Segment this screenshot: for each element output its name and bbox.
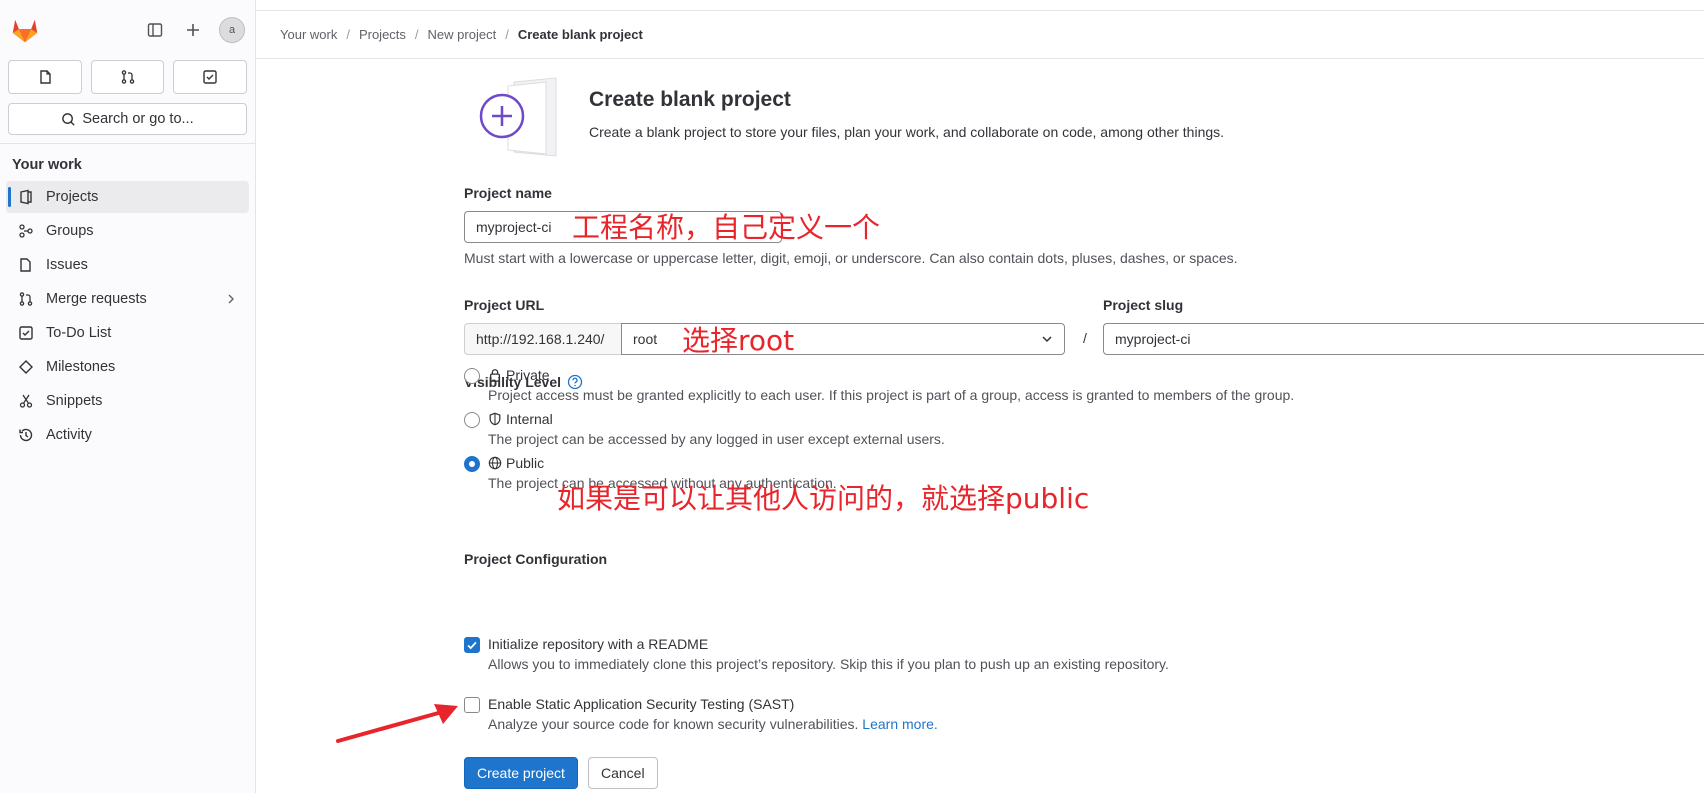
sidebar-item-milestones[interactable]: Milestones — [6, 351, 249, 383]
create-project-button[interactable]: Create project — [464, 757, 578, 789]
readme-description: Allows you to immediately clone this pro… — [488, 656, 1169, 672]
breadcrumb-current[interactable]: Create blank project — [518, 27, 643, 42]
namespace-value: root — [633, 331, 658, 347]
page-title: Create blank project — [589, 88, 791, 111]
visibility-internal-label: Internal — [506, 411, 553, 427]
cancel-button[interactable]: Cancel — [588, 757, 658, 789]
sidebar-item-label: Projects — [46, 189, 99, 205]
search-button[interactable]: Search or go to... — [8, 103, 247, 135]
annotation-namespace: 选择root — [682, 324, 795, 357]
sast-label: Enable Static Application Security Testi… — [488, 696, 795, 712]
sidebar-top: a — [0, 0, 255, 60]
sidebar-item-projects[interactable]: Projects — [6, 181, 249, 213]
issues-icon — [20, 258, 31, 272]
breadcrumb-separator: / — [505, 27, 509, 42]
sast-description-row: Analyze your source code for known secur… — [488, 716, 938, 732]
avatar-alt-text: a — [228, 24, 236, 36]
sidebar-item-label: Merge requests — [46, 291, 147, 307]
annotation-project-name: 工程名称，自己定义一个 — [572, 211, 881, 244]
chevron-down-icon — [1042, 336, 1052, 343]
sidebar-toggle-icon[interactable] — [143, 18, 167, 42]
annotation-public: 如果是可以让其他人访问的，就选择public — [557, 482, 1090, 515]
visibility-public-label: Public — [506, 455, 545, 471]
project-name-value: myproject-ci — [476, 219, 552, 235]
shield-icon — [489, 412, 501, 426]
breadcrumb-separator: / — [414, 27, 419, 42]
project-slug-value: myproject-ci — [1115, 331, 1191, 347]
project-slug-input[interactable]: myproject-ci — [1103, 323, 1704, 355]
url-slash: / — [1083, 330, 1087, 346]
sidebar-item-label: To-Do List — [46, 325, 112, 341]
visibility-internal-title: Internal — [488, 411, 553, 427]
group-icon — [19, 224, 33, 238]
breadcrumb-new-project[interactable]: New project — [428, 27, 497, 42]
todo-icon — [19, 326, 33, 340]
sidebar-item-label: Activity — [46, 427, 92, 443]
issues-tab-icon[interactable] — [8, 60, 82, 94]
chevron-right-icon — [228, 294, 234, 304]
visibility-private-description: Project access must be granted explicitl… — [488, 387, 1295, 403]
top-divider — [256, 10, 1704, 11]
config-label: Project Configuration — [464, 551, 608, 567]
globe-icon — [488, 456, 502, 470]
sidebar-nav: Projects Groups Issues Merge requests To… — [0, 181, 255, 451]
visibility-public-title: Public — [488, 455, 544, 471]
learn-more-link[interactable]: Learn more. — [862, 716, 937, 732]
project-icon — [20, 189, 32, 205]
project-url-label: Project URL — [464, 297, 545, 313]
milestone-icon — [19, 360, 33, 374]
breadcrumb: Your work / Projects / New project / Cre… — [280, 27, 643, 42]
sidebar-section-title: Your work — [12, 157, 82, 173]
page-header — [464, 76, 564, 158]
sidebar-item-merge-requests[interactable]: Merge requests — [6, 283, 249, 315]
visibility-private-title: Private — [488, 367, 550, 383]
sidebar-item-label: Issues — [46, 257, 88, 273]
sidebar: a Search or go to... Your work Projects … — [0, 0, 256, 793]
project-slug-label: Project slug — [1103, 297, 1184, 313]
merge-requests-tab-icon[interactable] — [90, 60, 165, 94]
blank-project-illustration — [479, 77, 557, 157]
sidebar-item-issues[interactable]: Issues — [6, 249, 249, 281]
main-content: Create blank project Create a blank proj… — [464, 60, 1704, 793]
sidebar-item-groups[interactable]: Groups — [6, 215, 249, 247]
project-name-help: Must start with a lowercase or uppercase… — [464, 250, 1238, 266]
project-name-label: Project name — [464, 185, 552, 201]
merge-request-icon — [19, 292, 33, 306]
visibility-private-label: Private — [506, 367, 550, 383]
breadcrumb-separator: / — [346, 27, 350, 42]
search-label: Search or go to... — [82, 111, 194, 127]
url-prefix-text: http://192.168.1.240/ — [476, 331, 605, 347]
sidebar-item-activity[interactable]: Activity — [6, 419, 249, 451]
todo-tab-icon[interactable] — [173, 60, 248, 94]
gitlab-logo[interactable] — [10, 15, 40, 45]
visibility-internal-radio[interactable] — [464, 412, 480, 428]
sidebar-item-snippets[interactable]: Snippets — [6, 385, 249, 417]
history-icon — [19, 428, 33, 442]
sidebar-item-label: Milestones — [46, 359, 116, 375]
readme-label: Initialize repository with a README — [488, 636, 709, 652]
annotation-arrow-icon — [336, 704, 458, 743]
visibility-internal-description: The project can be accessed by any logge… — [488, 431, 945, 447]
sidebar-item-label: Snippets — [46, 393, 103, 409]
readme-checkbox[interactable] — [464, 637, 480, 653]
sast-checkbox[interactable] — [464, 697, 480, 713]
breadcrumb-your-work[interactable]: Your work — [280, 27, 337, 42]
check-icon — [467, 641, 477, 650]
breadcrumb-divider — [256, 58, 1704, 59]
search-icon — [62, 112, 75, 126]
visibility-public-radio[interactable] — [464, 456, 480, 472]
lock-icon — [489, 369, 501, 382]
sast-description: Analyze your source code for known secur… — [488, 716, 859, 732]
page-subtitle: Create a blank project to store your fil… — [589, 124, 1225, 140]
sidebar-item-todo[interactable]: To-Do List — [6, 317, 249, 349]
sidebar-item-label: Groups — [46, 223, 94, 239]
sidebar-tabs — [0, 60, 255, 94]
url-prefix: http://192.168.1.240/ — [464, 323, 622, 355]
avatar[interactable]: a — [219, 17, 245, 43]
visibility-private-radio[interactable] — [464, 368, 480, 384]
plus-icon[interactable] — [181, 18, 205, 42]
breadcrumb-projects[interactable]: Projects — [359, 27, 406, 42]
snippet-icon — [19, 394, 33, 408]
